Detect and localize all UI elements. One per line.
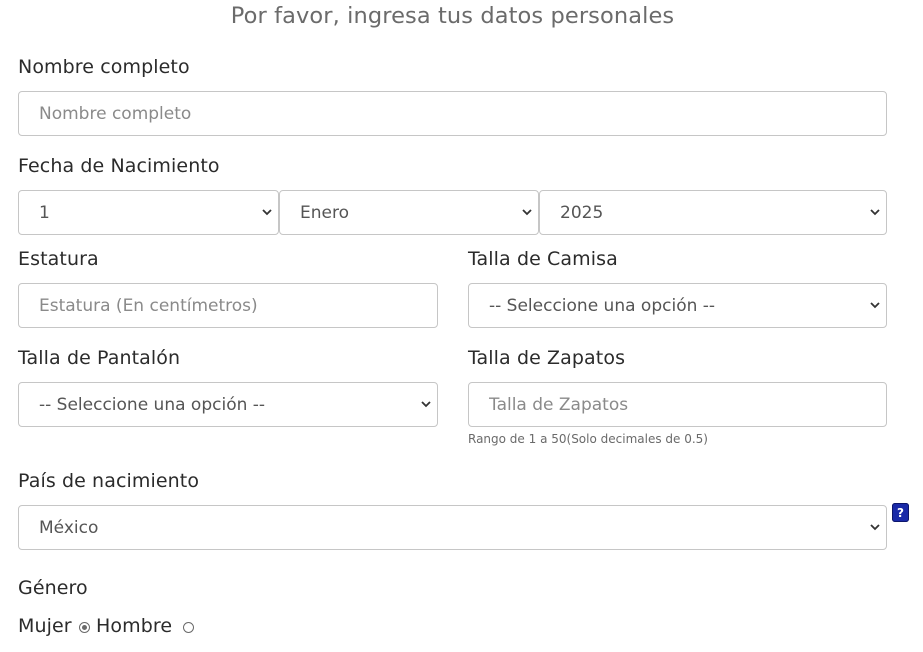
birth-month-select[interactable]: Enero [279,190,539,235]
gender-female-radio[interactable] [79,622,90,633]
shoe-size-hint: Rango de 1 a 50(Solo decimales de 0.5) [468,432,708,446]
chevron-down-icon [415,383,437,426]
birth-date-label: Fecha de Nacimiento [18,155,220,177]
full-name-label: Nombre completo [18,56,190,78]
shirt-size-label: Talla de Camisa [468,248,618,270]
shirt-size-value: -- Seleccione una opción -- [489,295,716,316]
shoe-size-label: Talla de Zapatos [468,347,626,369]
form-title: Por favor, ingresa tus datos personales [230,3,675,29]
chevron-down-icon [864,191,886,234]
chevron-down-icon [864,506,886,549]
height-label: Estatura [18,248,99,270]
birth-day-value: 1 [39,202,50,223]
birth-country-value: México [39,517,99,538]
gender-label: Género [18,577,88,599]
shirt-size-select[interactable]: -- Seleccione una opción -- [468,283,887,328]
pants-size-label: Talla de Pantalón [18,347,181,369]
height-input[interactable] [18,283,438,328]
chevron-down-icon [516,191,538,234]
birth-day-select[interactable]: 1 [18,190,279,235]
gender-option-male-label: Hombre [96,615,173,637]
shoe-size-input[interactable] [468,382,887,427]
chevron-down-icon [864,284,886,327]
birth-year-select[interactable]: 2025 [539,190,887,235]
pants-size-select[interactable]: -- Seleccione una opción -- [18,382,438,427]
gender-option-female-label: Mujer [18,615,72,637]
birth-country-label: País de nacimiento [18,470,200,492]
help-icon[interactable]: ? [892,503,909,522]
pants-size-value: -- Seleccione una opción -- [39,394,266,415]
gender-male-radio[interactable] [183,622,194,633]
birth-year-value: 2025 [560,202,604,223]
chevron-down-icon [256,191,278,234]
personal-data-form: Por favor, ingresa tus datos personales … [0,0,923,652]
birth-country-select[interactable]: México [18,505,887,550]
birth-month-value: Enero [300,202,349,223]
full-name-input[interactable] [18,91,887,136]
